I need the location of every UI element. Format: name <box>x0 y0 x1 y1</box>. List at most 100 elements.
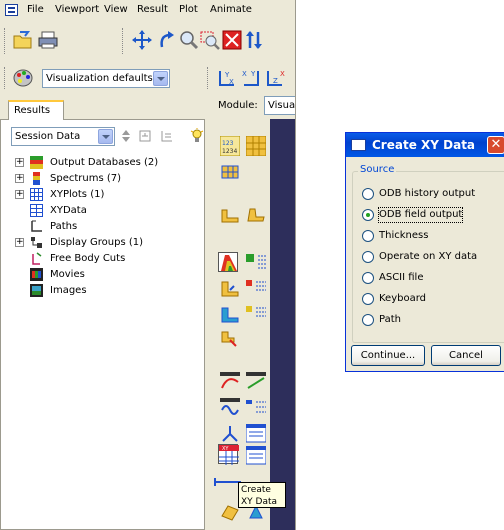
main-toolbar <box>0 24 295 62</box>
chevron-down-icon[interactable] <box>98 129 113 144</box>
zoom-icon[interactable] <box>178 29 200 51</box>
probe-values-icon[interactable] <box>245 135 267 157</box>
lightbulb-icon[interactable] <box>190 128 204 144</box>
expand-icon[interactable]: + <box>15 238 24 247</box>
expand-icon[interactable]: + <box>15 190 24 199</box>
view-xy-icon[interactable]: YX <box>216 67 238 89</box>
plot-allowable-icon[interactable] <box>220 304 240 324</box>
sort-arrows-icon[interactable] <box>120 129 132 143</box>
tooltip-line: Create <box>241 485 271 495</box>
palette-icon[interactable] <box>12 67 34 89</box>
radio-button[interactable] <box>362 251 374 263</box>
cancel-button[interactable]: Cancel <box>431 345 501 366</box>
menu-file[interactable]: File <box>27 4 44 15</box>
pan-icon[interactable] <box>131 29 153 51</box>
radio-button[interactable] <box>362 314 374 326</box>
animation-options-icon[interactable] <box>246 398 266 418</box>
menu-result[interactable]: Result <box>137 4 168 15</box>
view-zx-icon[interactable]: ZX <box>264 67 286 89</box>
free-body-cut-tool-icon[interactable] <box>220 502 240 522</box>
radio-button-selected[interactable] <box>362 209 374 221</box>
animate-harmonic-icon[interactable] <box>220 398 240 418</box>
close-button[interactable]: ✕ <box>487 136 504 154</box>
rotate-icon[interactable] <box>156 29 178 51</box>
collapse-tree-icon[interactable] <box>138 129 152 143</box>
menu-plot[interactable]: Plot <box>179 4 198 15</box>
tree-item-label: Free Body Cuts <box>50 253 126 264</box>
tree-item-label: Images <box>50 285 87 296</box>
view-yx-icon[interactable]: XY <box>240 67 262 89</box>
radio-label: Operate on XY data <box>379 251 478 262</box>
radio-label: ODB history output <box>379 188 476 199</box>
plot-contours-icon[interactable] <box>218 252 238 272</box>
path-icon <box>30 220 43 233</box>
movie-icon <box>30 268 43 281</box>
window-menu-icon[interactable] <box>5 4 18 16</box>
display-group-icon <box>30 236 43 249</box>
free-body-cut-icon <box>30 252 43 265</box>
session-data-value: Session Data <box>15 131 81 142</box>
visualization-defaults-select[interactable]: Visualization defaults <box>42 69 170 88</box>
view-cut-icon[interactable] <box>220 424 240 444</box>
radio-label: Path <box>379 314 401 325</box>
radio-button[interactable] <box>362 188 374 200</box>
xyplot-icon <box>30 188 43 201</box>
xydata-icon <box>30 204 43 217</box>
xy-data-manager-icon[interactable] <box>245 445 267 466</box>
menu-viewport[interactable]: Viewport <box>55 4 99 15</box>
cycle-views-icon[interactable] <box>243 29 265 51</box>
tree-item-label: XYData <box>50 205 87 216</box>
plot-contour-legend-icon[interactable] <box>246 278 266 298</box>
plot-undeformed-icon[interactable] <box>220 204 240 224</box>
create-xy-data-icon[interactable]: XY <box>218 444 239 465</box>
toolbar-grip[interactable] <box>122 28 125 54</box>
tab-results[interactable]: Results <box>8 100 64 120</box>
module-select[interactable]: Visua <box>264 96 295 115</box>
plot-material-orientations-icon[interactable] <box>220 278 240 298</box>
open-folder-icon[interactable] <box>12 29 34 51</box>
animate-scale-factor-icon[interactable] <box>246 372 266 392</box>
radio-button[interactable] <box>362 293 374 305</box>
toolbar-grip[interactable] <box>4 67 7 89</box>
viewport-canvas[interactable] <box>270 119 295 530</box>
chevron-down-icon[interactable] <box>153 71 168 86</box>
svg-text:1234: 1234 <box>222 148 237 155</box>
tree-item-label: Movies <box>50 269 85 280</box>
plot-deformed-icon[interactable] <box>246 204 266 224</box>
svg-text:X: X <box>242 70 247 78</box>
session-data-select[interactable]: Session Data <box>11 127 115 146</box>
svg-text:X: X <box>280 70 285 78</box>
menu-animate[interactable]: Animate <box>210 4 252 15</box>
deformed-grid-icon[interactable] <box>220 162 240 182</box>
toolbar-grip[interactable] <box>207 67 210 89</box>
svg-text:123: 123 <box>222 140 234 147</box>
expand-tree-icon[interactable] <box>160 129 174 143</box>
dialog-window-icon <box>351 139 366 151</box>
animate-time-history-icon[interactable] <box>220 372 240 392</box>
plot-symbols-icon[interactable] <box>246 252 266 272</box>
toolbox: 123 1234 XY <box>208 119 270 530</box>
radio-label: Thickness <box>379 230 429 241</box>
spectrum-icon <box>30 172 43 185</box>
tree-item-label: Paths <box>50 221 78 232</box>
continue-button[interactable]: Continue... <box>351 345 425 366</box>
expand-icon[interactable]: + <box>15 174 24 183</box>
radio-label: ODB field output <box>377 207 464 223</box>
radio-button[interactable] <box>362 272 374 284</box>
image-icon <box>30 284 43 297</box>
plot-legend-blue-icon[interactable] <box>246 304 266 324</box>
expand-icon[interactable]: + <box>15 158 24 167</box>
tree-item-label: Display Groups (1) <box>50 237 144 248</box>
box-zoom-icon[interactable] <box>199 29 221 51</box>
superimpose-icon[interactable] <box>220 328 240 348</box>
toolbar-grip[interactable] <box>4 28 7 54</box>
radio-button[interactable] <box>362 230 374 242</box>
view-cut-manager-icon[interactable] <box>245 423 267 444</box>
dialog-title-bar[interactable]: Create XY Data <box>346 133 504 157</box>
field-output-table-icon[interactable]: 123 1234 <box>219 135 241 157</box>
source-group-label: Source <box>358 164 397 175</box>
print-icon[interactable] <box>37 29 59 51</box>
auto-fit-icon[interactable] <box>221 29 243 51</box>
menu-view[interactable]: View <box>104 4 128 15</box>
dialog-title: Create XY Data <box>372 138 476 152</box>
